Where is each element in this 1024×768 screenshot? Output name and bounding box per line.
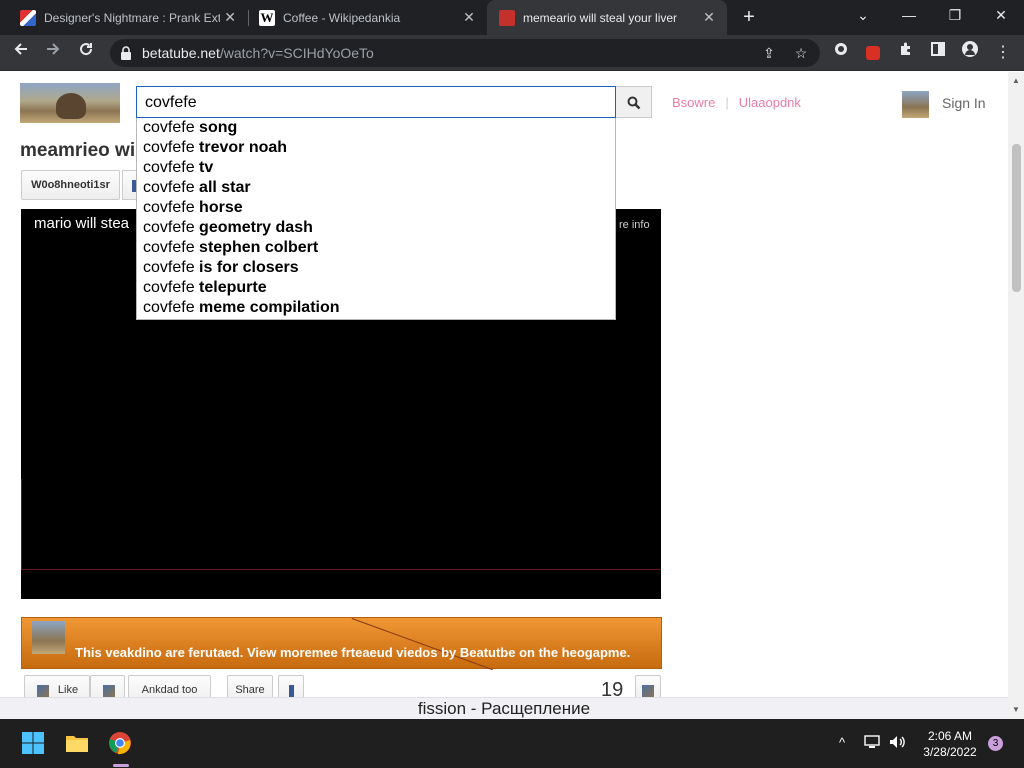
- extension-red-icon[interactable]: [860, 40, 886, 66]
- tab-coffee-wiki[interactable]: W Coffee - Wikipedankia ✕: [239, 0, 487, 35]
- lock-icon[interactable]: [120, 45, 132, 61]
- upload-link[interactable]: Ulaaopdnk: [739, 95, 801, 110]
- share-icon[interactable]: ⇪: [760, 45, 778, 61]
- wikipedia-favicon-icon: W: [259, 9, 275, 26]
- suggestion-item[interactable]: covfefe geometry dash: [137, 218, 615, 238]
- reload-icon[interactable]: [73, 40, 99, 66]
- banner-text: This veakdino are ferutaed. View moremee…: [75, 645, 631, 660]
- windows-start-icon[interactable]: [21, 731, 45, 755]
- suggestion-item[interactable]: covfefe trevor noah: [137, 138, 615, 158]
- suggestion-item[interactable]: covfefe song: [137, 118, 615, 138]
- channel-button[interactable]: W0o8hneoti1sr: [21, 170, 120, 200]
- scroll-up-arrow-icon[interactable]: ▲: [1008, 76, 1024, 85]
- share-button[interactable]: Share: [227, 675, 273, 697]
- more-info-link[interactable]: re info: [619, 219, 650, 231]
- browser-tab-strip: Designer's Nightmare : Prank Ext ✕ W Cof…: [0, 0, 1024, 35]
- volume-icon[interactable]: [889, 735, 907, 752]
- featured-video-banner[interactable]: This veakdino are ferutaed. View moremee…: [21, 617, 662, 671]
- site-logo[interactable]: [20, 83, 120, 123]
- forward-arrow-icon[interactable]: [40, 40, 66, 66]
- extension-circle-icon[interactable]: [828, 40, 854, 66]
- sign-in-link[interactable]: Sign In: [942, 95, 986, 111]
- extensions-puzzle-icon[interactable]: [893, 40, 919, 66]
- search-suggestions-dropdown: covfefe song covfefe trevor noah covfefe…: [136, 118, 616, 320]
- browser-toolbar: betatube.net/watch?v=SCIHdYoOeTo ⇪ ☆ ⋮: [0, 35, 1024, 71]
- tab-prank-extension[interactable]: Designer's Nightmare : Prank Ext ✕: [0, 0, 248, 35]
- search-input[interactable]: [145, 93, 585, 113]
- avatar: [32, 621, 65, 654]
- betatube-favicon-icon: [499, 9, 515, 26]
- tab-search-dropdown-icon[interactable]: ⌄: [840, 0, 886, 30]
- tray-chevron-icon[interactable]: ^: [839, 735, 845, 750]
- tab-title: Coffee - Wikipedankia: [283, 10, 401, 25]
- suggestion-item[interactable]: covfefe telepurte: [137, 278, 615, 298]
- betatube-page: covfefe song covfefe trevor noah covfefe…: [0, 72, 1008, 697]
- system-clock[interactable]: 2:06 AM 3/28/2022: [915, 728, 985, 760]
- restore-button[interactable]: ❐: [932, 0, 978, 30]
- suggestion-item[interactable]: covfefe is for closers: [137, 258, 615, 278]
- tab-memeario-active[interactable]: memeario will steal your liver ✕: [487, 0, 727, 35]
- close-tab-icon[interactable]: ✕: [459, 9, 479, 26]
- active-app-indicator: [113, 764, 129, 767]
- suggestion-item[interactable]: covfefe tv: [137, 158, 615, 178]
- chrome-icon[interactable]: [108, 731, 132, 755]
- close-tab-icon[interactable]: ✕: [699, 9, 719, 26]
- extension-favicon-icon: [20, 9, 36, 26]
- player-title: mario will stea: [34, 215, 130, 232]
- windows-taskbar: ^ 2:06 AM 3/28/2022 3: [0, 719, 1024, 768]
- profile-icon[interactable]: [957, 40, 983, 66]
- suggestion-item[interactable]: covfefe meme compilation: [137, 298, 615, 318]
- scrollbar-thumb[interactable]: [1012, 144, 1021, 292]
- notification-badge[interactable]: 3: [988, 736, 1003, 751]
- close-tab-icon[interactable]: ✕: [220, 9, 240, 26]
- new-tab-button[interactable]: +: [737, 4, 761, 30]
- browser-menu-icon[interactable]: ⋮: [990, 40, 1016, 66]
- subtitle-caption: fission - Расщепление: [0, 697, 1008, 719]
- search-button[interactable]: [616, 86, 652, 118]
- search-box[interactable]: [136, 86, 616, 118]
- video-title: meamrieo wi: [20, 140, 136, 161]
- bookmark-star-icon[interactable]: ☆: [792, 45, 810, 61]
- player-border-line: [21, 569, 661, 570]
- stats-button[interactable]: [635, 675, 661, 697]
- scroll-down-arrow-icon[interactable]: ▼: [1008, 705, 1024, 714]
- like-button[interactable]: Like: [24, 675, 90, 697]
- file-explorer-icon[interactable]: [65, 731, 89, 755]
- thumbs-down-icon: [103, 685, 115, 697]
- video-action-bar: Like Ankdad too Share 19: [21, 675, 661, 697]
- close-window-button[interactable]: ✕: [978, 0, 1024, 30]
- flag-button[interactable]: [278, 675, 304, 697]
- tab-title: Designer's Nightmare : Prank Ext: [44, 10, 221, 25]
- page-scrollbar[interactable]: ▲ ▼: [1008, 72, 1024, 719]
- network-icon[interactable]: [864, 735, 880, 752]
- avatar[interactable]: [902, 91, 929, 118]
- suggestion-item[interactable]: covfefe all star: [137, 178, 615, 198]
- stats-icon: [642, 685, 654, 697]
- back-arrow-icon[interactable]: [8, 40, 34, 66]
- suggestion-item[interactable]: covfefe horse: [137, 198, 615, 218]
- browse-link[interactable]: Bsowre: [672, 95, 715, 110]
- player-border-line: [21, 479, 22, 569]
- add-to-button[interactable]: Ankdad too: [128, 675, 211, 697]
- nav-separator: |: [725, 95, 729, 110]
- dislike-button[interactable]: [90, 675, 125, 697]
- thumbs-up-icon: [37, 685, 49, 697]
- side-panel-icon[interactable]: [925, 40, 951, 66]
- flag-icon: [289, 685, 294, 697]
- suggestion-item[interactable]: covfefe stephen colbert: [137, 238, 615, 258]
- tab-title: memeario will steal your liver: [523, 10, 678, 25]
- address-bar[interactable]: betatube.net/watch?v=SCIHdYoOeTo ⇪ ☆: [110, 39, 820, 67]
- minimize-button[interactable]: —: [886, 0, 932, 30]
- header-nav: Bsowre | Ulaaopdnk: [672, 95, 801, 110]
- view-count: 19: [601, 679, 624, 697]
- clock-time: 2:06 AM: [927, 729, 973, 743]
- clock-date: 3/28/2022: [923, 745, 977, 759]
- url-text: betatube.net/watch?v=SCIHdYoOeTo: [142, 45, 374, 61]
- search-icon: [627, 96, 641, 110]
